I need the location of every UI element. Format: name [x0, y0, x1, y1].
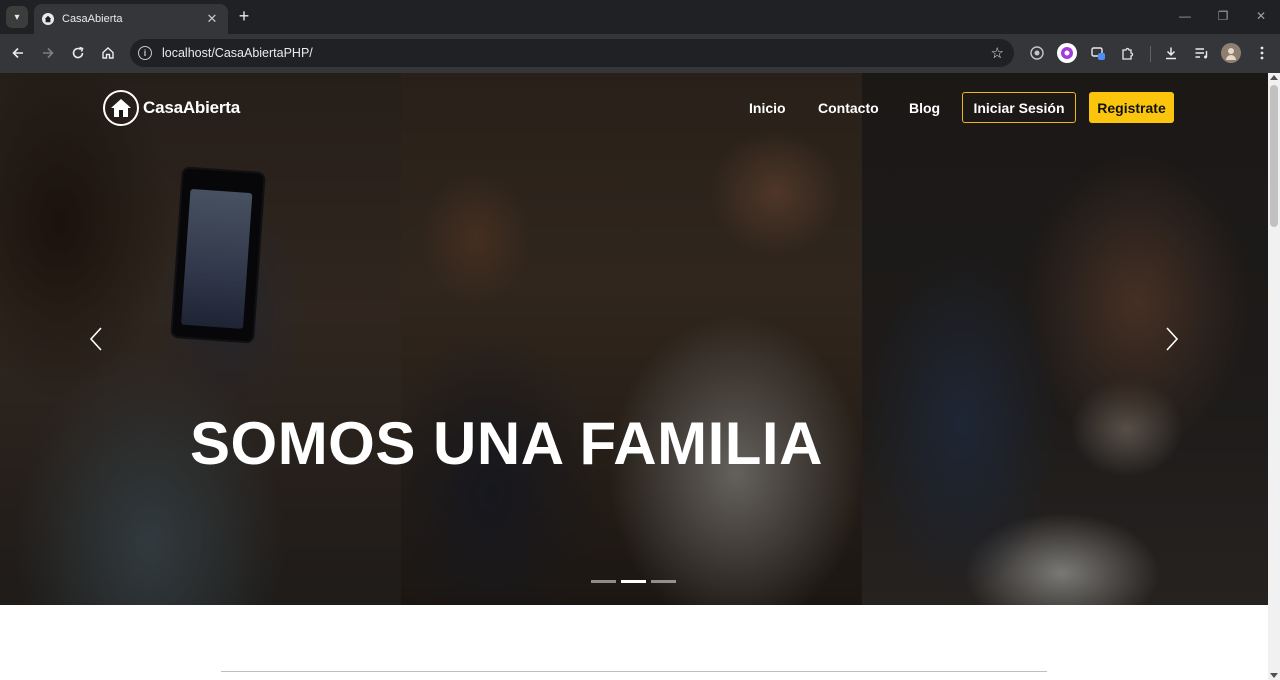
tab-title: CasaAbierta: [62, 13, 123, 25]
tab-search-button[interactable]: ▾: [6, 6, 28, 28]
nav-link-inicio[interactable]: Inicio: [749, 100, 786, 116]
browser-tabstrip: ▾ CasaAbierta ✕ + — ❐ ✕: [0, 0, 1280, 34]
home-button[interactable]: [97, 42, 119, 64]
chevron-right-icon: [1166, 327, 1179, 351]
bookmark-star-icon[interactable]: ☆: [991, 44, 1004, 62]
carousel-prev-button[interactable]: [86, 325, 106, 353]
carousel-indicators: [591, 580, 676, 583]
site-header: CasaAbierta Inicio Contacto Blog Iniciar…: [0, 73, 1268, 143]
media-queue-icon[interactable]: [1191, 43, 1211, 63]
browser-tab[interactable]: CasaAbierta ✕: [34, 4, 228, 34]
site-info-icon[interactable]: i: [138, 46, 152, 60]
chevron-left-icon: [89, 327, 102, 351]
minimize-button[interactable]: —: [1166, 0, 1204, 32]
extension-purple-icon[interactable]: [1057, 43, 1077, 63]
download-icon[interactable]: [1161, 43, 1181, 63]
toolbar-separator: [1150, 46, 1151, 62]
close-window-button[interactable]: ✕: [1242, 0, 1280, 32]
home-icon: [102, 47, 114, 59]
nav-link-blog[interactable]: Blog: [909, 100, 940, 116]
nav-link-contacto[interactable]: Contacto: [818, 100, 879, 116]
url-text[interactable]: localhost/CasaAbiertaPHP/: [162, 46, 991, 60]
maximize-button[interactable]: ❐: [1204, 0, 1242, 32]
scroll-up-arrow-icon[interactable]: [1270, 75, 1278, 80]
new-tab-button[interactable]: +: [234, 6, 254, 26]
reload-button[interactable]: [67, 42, 89, 64]
back-button[interactable]: [7, 42, 29, 64]
address-bar[interactable]: i localhost/CasaAbiertaPHP/ ☆: [130, 39, 1014, 67]
page-viewport: CasaAbierta Inicio Contacto Blog Iniciar…: [0, 73, 1268, 680]
arrow-left-icon: [12, 47, 23, 59]
carousel-next-button[interactable]: [1162, 325, 1182, 353]
page-scrollbar[interactable]: [1268, 73, 1280, 680]
hero-carousel: CasaAbierta Inicio Contacto Blog Iniciar…: [0, 73, 1268, 605]
scroll-down-arrow-icon[interactable]: [1270, 673, 1278, 678]
carousel-indicator[interactable]: [591, 580, 616, 583]
extension-record-icon[interactable]: [1027, 43, 1047, 63]
logo-text: CasaAbierta: [143, 98, 241, 117]
carousel-indicator[interactable]: [621, 580, 646, 583]
chevron-down-icon: ▾: [14, 11, 20, 23]
hero-dark-overlay: [0, 73, 1268, 605]
window-controls: — ❐ ✕: [1166, 0, 1280, 32]
arrow-right-icon: [43, 47, 54, 59]
extensions-puzzle-icon[interactable]: [1117, 43, 1137, 63]
browser-toolbar: i localhost/CasaAbiertaPHP/ ☆: [0, 34, 1280, 73]
reload-icon: [72, 46, 84, 59]
register-button[interactable]: Registrate: [1089, 92, 1174, 123]
forward-button[interactable]: [37, 42, 59, 64]
tab-close-icon[interactable]: ✕: [204, 11, 220, 27]
house-favicon-icon: [42, 13, 54, 25]
browser-menu-icon[interactable]: [1252, 43, 1272, 63]
house-logo-icon: [103, 90, 139, 126]
hero-title: SOMOS UNA FAMILIA: [190, 410, 823, 477]
carousel-indicator[interactable]: [651, 580, 676, 583]
extension-window-icon[interactable]: [1088, 43, 1108, 63]
section-divider: [221, 671, 1047, 672]
site-logo[interactable]: CasaAbierta: [103, 90, 240, 126]
profile-avatar-icon[interactable]: [1221, 43, 1241, 63]
scrollbar-thumb[interactable]: [1270, 85, 1278, 227]
login-button[interactable]: Iniciar Sesión: [962, 92, 1076, 123]
